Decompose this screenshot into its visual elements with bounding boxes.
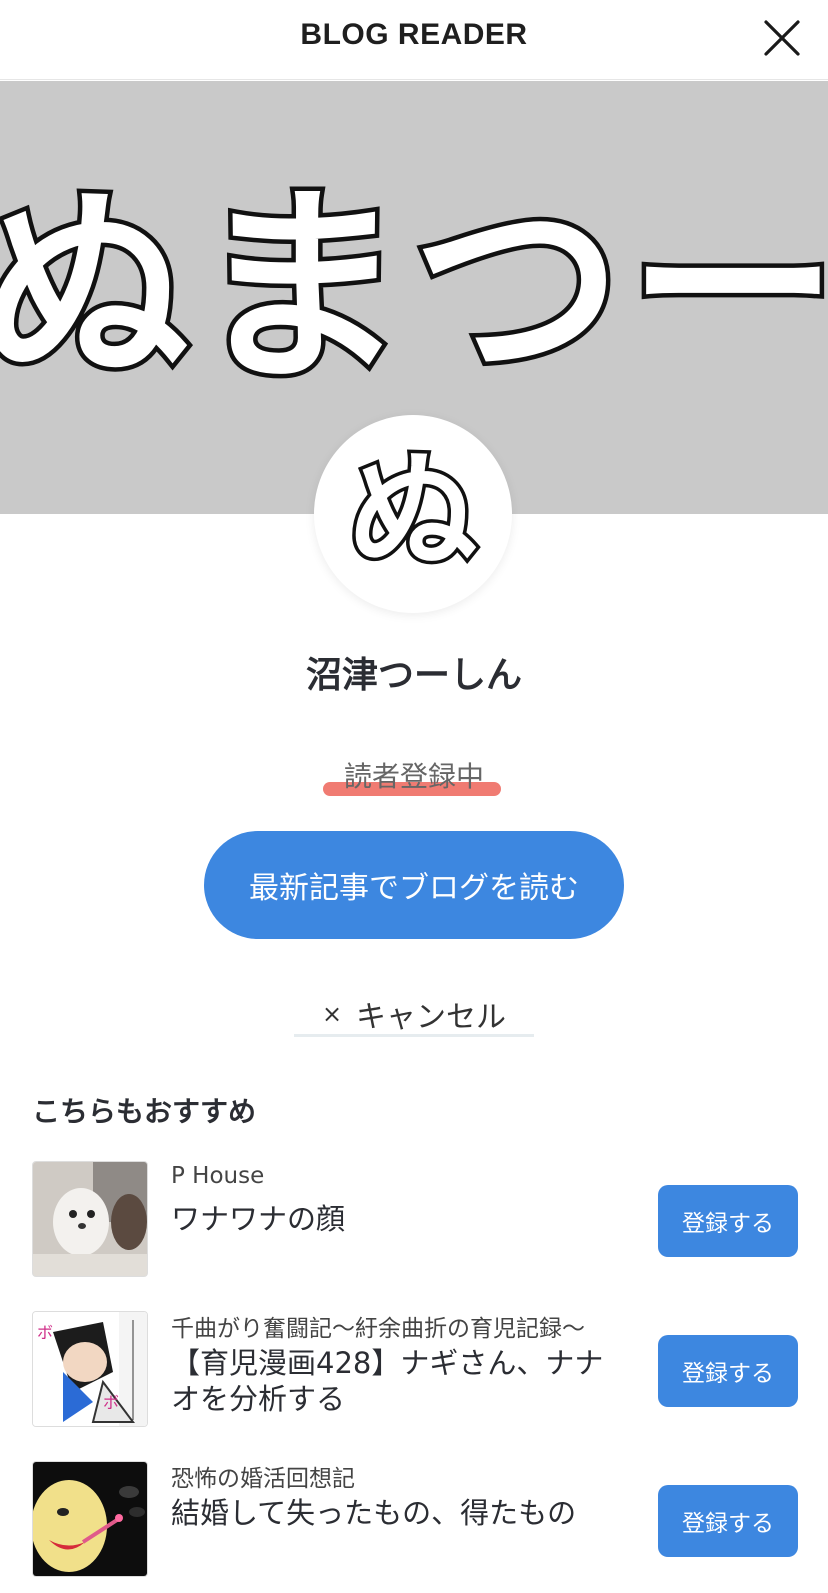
- header-bar: BLOG READER: [0, 0, 828, 80]
- close-button[interactable]: [762, 18, 802, 58]
- recommend-blog-name: 恐怖の婚活回想記: [171, 1466, 355, 1492]
- blog-name: 沼津つーしん: [305, 655, 522, 696]
- subscribe-button[interactable]: 登録する: [658, 1185, 798, 1257]
- cancel-icon: ×: [321, 1000, 343, 1028]
- svg-text:ボ: ボ: [103, 1393, 119, 1412]
- thumbnail-image: [32, 1461, 148, 1577]
- recommend-blog-name: P House: [171, 1163, 265, 1189]
- recommend-title[interactable]: ワナワナの顔: [171, 1201, 631, 1237]
- recommend-title[interactable]: 【育児漫画428】ナギさん、ナナオを分析する: [171, 1345, 631, 1417]
- read-latest-button[interactable]: 最新記事でブログを読む: [204, 831, 624, 939]
- recommend-heading: こちらもおすすめ: [32, 1095, 257, 1128]
- cancel-subscription-button[interactable]: × キャンセル: [294, 992, 534, 1036]
- thumbnail-image: [32, 1161, 148, 1277]
- list-item[interactable]: ボ ボ 千曲がり奮闘記〜紆余曲折の育児記録〜 【育児漫画428】ナギさん、ナナオ…: [0, 1311, 828, 1431]
- cancel-underline: [294, 1034, 534, 1037]
- page-title: BLOG READER: [300, 18, 528, 51]
- subscribe-button[interactable]: 登録する: [658, 1335, 798, 1407]
- list-item[interactable]: 恐怖の婚活回想記 結婚して失ったもの、得たもの 登録する: [0, 1461, 828, 1581]
- recommend-blog-name: 千曲がり奮闘記〜紆余曲折の育児記録〜: [171, 1316, 585, 1342]
- cover-text: ぬまつー（仮: [0, 166, 828, 411]
- subscription-status: 読者登録中: [0, 755, 828, 795]
- avatar: ぬ: [314, 415, 512, 613]
- cancel-label: キャンセル: [356, 1000, 507, 1035]
- status-label: 読者登録中: [343, 760, 484, 793]
- recommend-title[interactable]: 結婚して失ったもの、得たもの: [171, 1495, 631, 1531]
- subscribe-button[interactable]: 登録する: [658, 1485, 798, 1557]
- svg-text:ボ: ボ: [37, 1323, 53, 1342]
- close-icon: [764, 20, 800, 56]
- list-item[interactable]: P House ワナワナの顔 登録する: [0, 1161, 828, 1281]
- avatar-text: ぬ: [348, 436, 478, 588]
- thumbnail-image: ボ ボ: [32, 1311, 148, 1427]
